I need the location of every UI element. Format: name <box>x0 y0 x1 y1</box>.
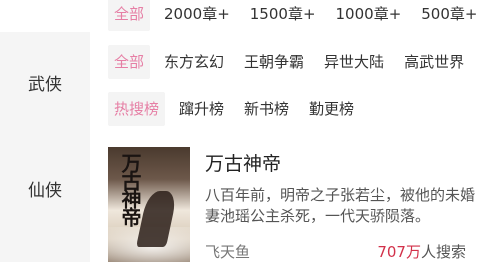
filter-chip-500[interactable]: 500章+ <box>415 0 483 31</box>
book-list-item[interactable]: 万古神帝 万古神帝 八百年前，明帝之子张若尘，被他的未婚妻池瑶公主杀死，一代天骄… <box>108 147 483 262</box>
search-count-suffix: 人搜索 <box>420 243 466 261</box>
filter-chip-2000[interactable]: 2000章+ <box>158 0 236 31</box>
filter-chip-all-selected[interactable]: 全部 <box>108 0 151 31</box>
cover-title-text: 万古神帝 <box>118 153 142 225</box>
filter-chip-yishi-dalu[interactable]: 异世大陆 <box>318 45 390 79</box>
sidebar-top-blank <box>0 0 90 32</box>
rank-chip-rising[interactable]: 蹿升榜 <box>173 92 230 126</box>
rank-chip-frequent-update[interactable]: 勤更榜 <box>303 92 360 126</box>
book-cover-image[interactable]: 万古神帝 <box>108 147 190 262</box>
main-content: 全部 2000章+ 1500章+ 1000章+ 500章+ 全部 东方玄幻 王朝争霸 异世大陆… <box>90 0 483 262</box>
book-intro: 八百年前，明帝之子张若尘，被他的未婚妻池瑶公主杀死，一代天骄陨落。 <box>205 186 476 225</box>
sidebar-item-label: 武侠 <box>28 75 62 95</box>
search-count-number: 707万 <box>377 243 421 261</box>
filter-row-word-count: 全部 2000章+ 1500章+ 1000章+ 500章+ <box>108 0 483 31</box>
filter-chip-gaowu-shijie[interactable]: 高武世界 <box>398 45 470 79</box>
filter-row-world-type: 全部 东方玄幻 王朝争霸 异世大陆 高武世界 <box>108 45 483 79</box>
rank-chip-new-books[interactable]: 新书榜 <box>238 92 295 126</box>
sidebar-item-wuxia[interactable]: 武侠 <box>0 70 90 95</box>
filter-row-rank-type: 热搜榜 蹿升榜 新书榜 勤更榜 <box>108 92 483 126</box>
filter-chip-1000[interactable]: 1000章+ <box>330 0 408 31</box>
book-author: 飞天鱼 <box>205 243 251 261</box>
filter-chip-1500[interactable]: 1500章+ <box>244 0 322 31</box>
category-sidebar: 武侠 仙侠 <box>0 0 90 262</box>
filter-chip-wangchao-zhengba[interactable]: 王朝争霸 <box>238 45 310 79</box>
book-search-count: 707万人搜索 <box>377 241 466 262</box>
sidebar-item-xianxia[interactable]: 仙侠 <box>0 176 90 201</box>
filter-chip-all-selected[interactable]: 全部 <box>108 45 151 79</box>
book-title[interactable]: 万古神帝 <box>205 149 281 176</box>
sidebar-item-label: 仙侠 <box>28 181 62 201</box>
rank-chip-hot-search-selected[interactable]: 热搜榜 <box>108 92 166 126</box>
filter-chip-dongfang-xuanhuan[interactable]: 东方玄幻 <box>158 45 230 79</box>
